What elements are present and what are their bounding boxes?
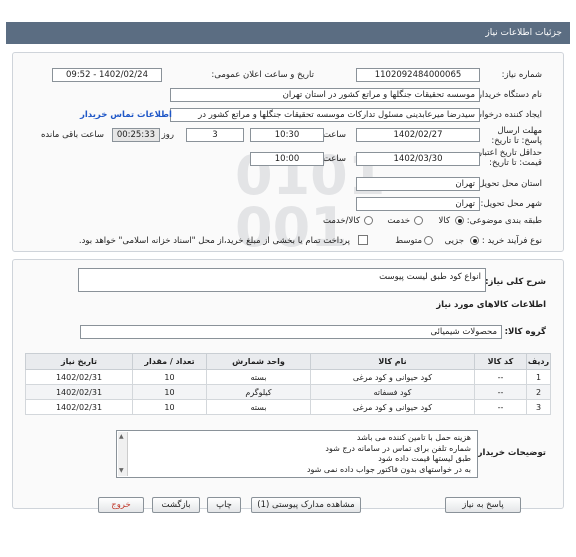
back-button[interactable]: بازگشت <box>152 497 200 513</box>
note-line: به در خواستهای بدون فاکتور جواب داده نمی… <box>306 464 471 474</box>
buyer-notes-label: توضیحات خریدار: <box>474 448 546 458</box>
buyer-org-field: موسسه تحقیقات جنگلها و مراتع کشور در است… <box>170 88 480 102</box>
category-radio-service[interactable] <box>414 216 423 225</box>
cell-name: کود حیوانی و کود مرغی <box>310 399 475 415</box>
view-attachments-button[interactable]: مشاهده مدارک پیوستی (1) <box>251 497 361 513</box>
print-button[interactable]: چاپ <box>207 497 241 513</box>
treasury-payment-checkbox[interactable] <box>358 235 368 245</box>
province-field: تهران <box>356 177 480 191</box>
items-table: ردیف کد کالا نام کالا واحد شمارش تعداد /… <box>25 353 551 415</box>
price-validity-label: حداقل تاریخ اعتبار قیمت: تا تاریخ: <box>477 148 542 168</box>
cell-row: 1 <box>526 369 551 385</box>
cell-row: 2 <box>526 384 551 400</box>
remaining-label: ساعت باقی مانده <box>40 130 104 140</box>
note-line: طبق لیستها قیمت داده شود <box>378 454 471 463</box>
cell-unit: کیلوگرم <box>206 384 311 400</box>
buyer-contact-link[interactable]: اطلاعات تماس خریدار <box>80 110 172 120</box>
table-row: 1 -- کود حیوانی و کود مرغی بسته 10 1402/… <box>25 369 551 385</box>
category-radio-both[interactable] <box>364 216 373 225</box>
requester-field: سیدرضا میرعابدینی مسئول تدارکات موسسه تح… <box>170 108 480 122</box>
send-deadline-time-label: ساعت <box>322 130 346 140</box>
col-qty-header: تعداد / مقدار <box>132 353 207 370</box>
category-label: طبقه بندی موضوعی: <box>466 216 542 226</box>
note-line: هزینه حمل با تامین کننده می باشد <box>356 433 471 442</box>
table-row: 2 -- کود فسفاته کیلوگرم 10 1402/02/31 <box>25 384 551 400</box>
price-validity-time: 10:00 <box>250 152 324 166</box>
cell-date: 1402/02/31 <box>25 369 133 385</box>
cell-name: کود حیوانی و کود مرغی <box>310 369 475 385</box>
cell-qty: 10 <box>132 399 207 415</box>
price-validity-time-label: ساعت <box>322 154 346 164</box>
category-option-both: کالا/خدمت <box>323 216 360 226</box>
buyer-notes-box[interactable]: هزینه حمل با تامین کننده می باشد شماره ت… <box>116 430 478 478</box>
items-header: اطلاعات کالاهای مورد نیاز <box>436 300 546 310</box>
province-label: استان محل تحویل: <box>475 179 542 189</box>
purchase-option-medium: متوسط <box>395 236 422 246</box>
cell-code: -- <box>474 384 527 400</box>
general-desc-field: انواع کود طبق لیست پیوست <box>78 268 486 292</box>
need-number-label: شماره نیاز: <box>501 70 542 80</box>
city-field: تهران <box>356 197 480 211</box>
reply-button[interactable]: پاسخ به نیاز <box>445 497 521 513</box>
need-number-field: 1102092484000065 <box>356 68 480 82</box>
remaining-time-field: 00:25:33 <box>112 128 160 142</box>
days-field: 3 <box>186 128 244 142</box>
purchase-radio-medium[interactable] <box>424 236 433 245</box>
cell-code: -- <box>474 369 527 385</box>
cell-date: 1402/02/31 <box>25 384 133 400</box>
col-date-header: تاریخ نیاز <box>25 353 133 370</box>
purchase-option-minor: جزیی <box>444 236 464 246</box>
cell-name: کود فسفاته <box>310 384 475 400</box>
goods-group-field: محصولات شیمیائی <box>80 325 502 339</box>
cell-date: 1402/02/31 <box>25 399 133 415</box>
cell-unit: بسته <box>206 369 311 385</box>
price-validity-date: 1402/03/30 <box>356 152 480 166</box>
table-row: 3 -- کود حیوانی و کود مرغی بسته 10 1402/… <box>25 399 551 415</box>
city-label: شهر محل تحویل: <box>480 199 542 209</box>
purchase-type-label: نوع فرآیند خرید : <box>481 236 542 246</box>
announce-field: 1402/02/24 - 09:52 <box>52 68 162 82</box>
note-line: شماره تلفن برای تماس در سامانه درج شود <box>325 443 471 453</box>
buyer-org-label: نام دستگاه خریدار: <box>475 90 542 100</box>
page-title: جزئیات اطلاعات نیاز <box>6 22 570 44</box>
exit-button[interactable]: خروج <box>98 497 144 513</box>
col-code-header: کد کالا <box>474 353 527 370</box>
send-deadline-label: مهلت ارسال پاسخ: تا تاریخ: <box>491 126 542 146</box>
send-deadline-time: 10:30 <box>250 128 324 142</box>
cell-qty: 10 <box>132 369 207 385</box>
treasury-payment-note: پرداخت تمام یا بخشی از مبلغ خرید،از محل … <box>78 236 350 246</box>
cell-row: 3 <box>526 399 551 415</box>
goods-group-label: گروه کالا: <box>504 327 546 337</box>
send-deadline-date: 1402/02/27 <box>356 128 480 142</box>
col-unit-header: واحد شمارش <box>206 353 311 370</box>
cell-unit: بسته <box>206 399 311 415</box>
need-details-page: جزئیات اطلاعات نیاز 0101001 ParsNamadDat… <box>0 0 576 557</box>
category-option-service: خدمت <box>387 216 410 226</box>
category-option-goods: کالا <box>438 216 450 226</box>
cell-qty: 10 <box>132 384 207 400</box>
col-name-header: نام کالا <box>310 353 475 370</box>
col-row-header: ردیف <box>526 353 551 370</box>
general-desc-label: شرح کلی نیاز: <box>485 277 546 287</box>
category-radio-goods[interactable] <box>455 216 464 225</box>
purchase-radio-minor[interactable] <box>470 236 479 245</box>
notes-scrollbar[interactable] <box>118 432 128 476</box>
cell-code: -- <box>474 399 527 415</box>
table-header-row: ردیف کد کالا نام کالا واحد شمارش تعداد /… <box>25 353 551 370</box>
announce-label: تاریخ و ساعت اعلان عمومی: <box>211 70 314 80</box>
